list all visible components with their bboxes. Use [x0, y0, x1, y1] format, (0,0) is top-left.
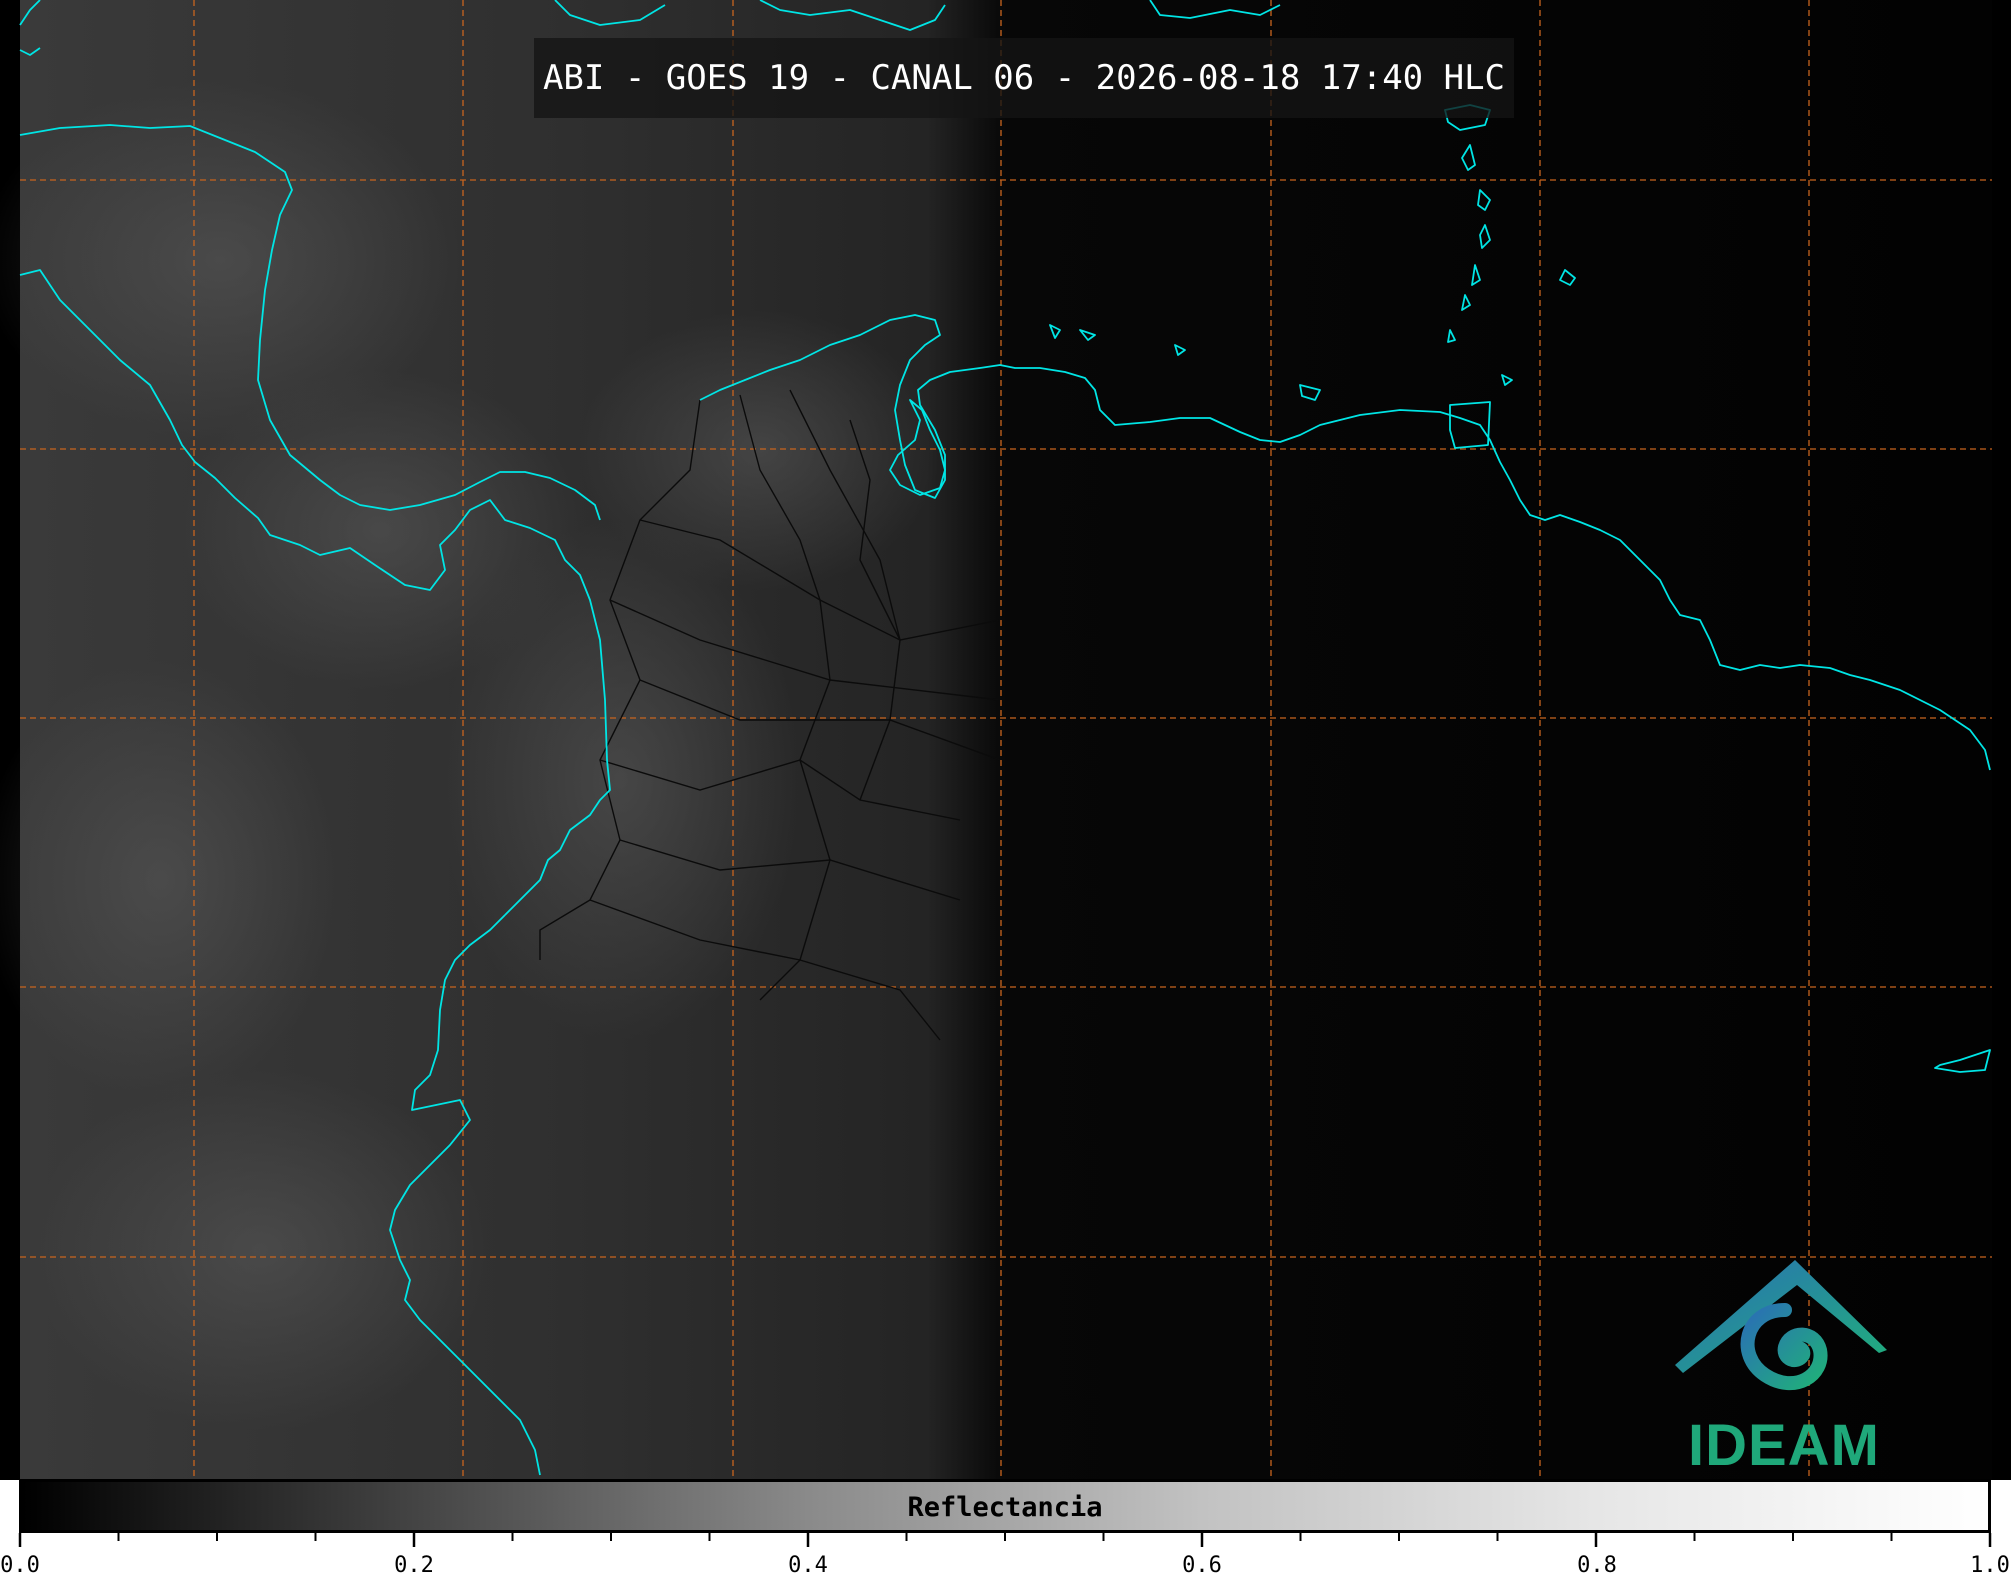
colorbar-label: Reflectancia — [907, 1492, 1103, 1523]
colorbar: Reflectancia — [19, 1479, 1991, 1533]
tick-label-2: 0.4 — [788, 1553, 828, 1578]
ideam-logo-icon — [1675, 1260, 1887, 1391]
tick-label-0: 0.0 — [0, 1553, 40, 1578]
tick-label-4: 0.8 — [1577, 1553, 1617, 1578]
tick-label-5: 1.0 — [1970, 1553, 2010, 1578]
map-title: ABI - GOES 19 - CANAL 06 - 2026-08-18 17… — [534, 38, 1514, 118]
tick-label-3: 0.6 — [1182, 1553, 1222, 1578]
ideam-logo-text: IDEAM — [1688, 1413, 1880, 1478]
tick-label-1: 0.2 — [394, 1553, 434, 1578]
